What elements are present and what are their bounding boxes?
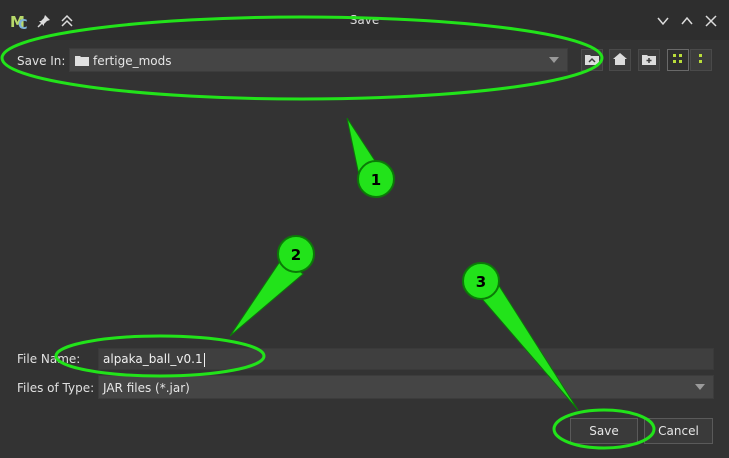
chevron-down-icon	[695, 384, 705, 390]
window-title: Save	[349, 13, 380, 27]
cancel-button[interactable]: Cancel	[644, 418, 713, 444]
minimize-icon[interactable]	[652, 10, 674, 32]
files-of-type-label: Files of Type:	[17, 381, 95, 395]
text-cursor	[203, 352, 205, 367]
up-folder-icon	[584, 52, 600, 69]
up-folder-button[interactable]	[581, 49, 603, 71]
file-name-input[interactable]: alpaka_ball_v0.1	[98, 348, 714, 370]
file-name-label: File Name:	[17, 352, 81, 366]
maximize-icon[interactable]	[676, 10, 698, 32]
file-name-value: alpaka_ball_v0.1	[103, 352, 203, 366]
home-button[interactable]	[609, 49, 631, 71]
new-folder-button[interactable]	[638, 49, 660, 71]
home-icon	[612, 52, 628, 69]
new-folder-icon	[641, 52, 657, 69]
file-list-area[interactable]	[8, 78, 721, 340]
list-view-icon	[672, 53, 684, 68]
title-bar: MC Save	[0, 0, 729, 40]
chevron-down-icon	[549, 57, 559, 63]
details-view-icon	[695, 53, 707, 68]
close-icon[interactable]	[700, 10, 722, 32]
save-in-folder-name: fertige_mods	[93, 54, 172, 68]
save-button[interactable]: Save	[570, 418, 638, 444]
files-of-type-combo[interactable]: JAR files (*.jar)	[98, 375, 714, 399]
details-view-button[interactable]	[690, 49, 712, 71]
save-in-combo[interactable]: fertige_mods	[69, 48, 568, 72]
save-in-label: Save In:	[17, 54, 66, 68]
folder-icon	[75, 54, 89, 69]
list-view-button[interactable]	[667, 49, 689, 71]
files-of-type-value: JAR files (*.jar)	[103, 381, 190, 395]
